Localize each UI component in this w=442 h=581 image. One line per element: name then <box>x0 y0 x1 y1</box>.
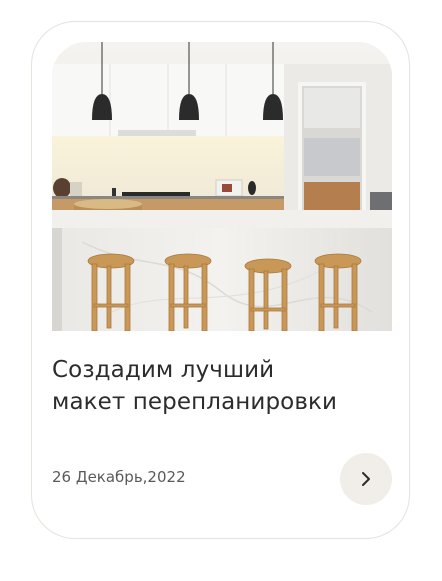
chevron-right-icon <box>362 472 370 486</box>
next-button[interactable] <box>340 453 392 505</box>
card-title-line1: Создадим лучший <box>52 357 275 383</box>
card-title-line2: макет перепланировки <box>52 389 338 415</box>
kitchen-photo <box>52 42 392 331</box>
article-card[interactable]: Создадим лучший макет перепланировки 26 … <box>31 21 410 539</box>
card-title: Создадим лучший макет перепланировки <box>52 354 382 418</box>
publish-date: 26 Декабрь,2022 <box>52 468 186 486</box>
